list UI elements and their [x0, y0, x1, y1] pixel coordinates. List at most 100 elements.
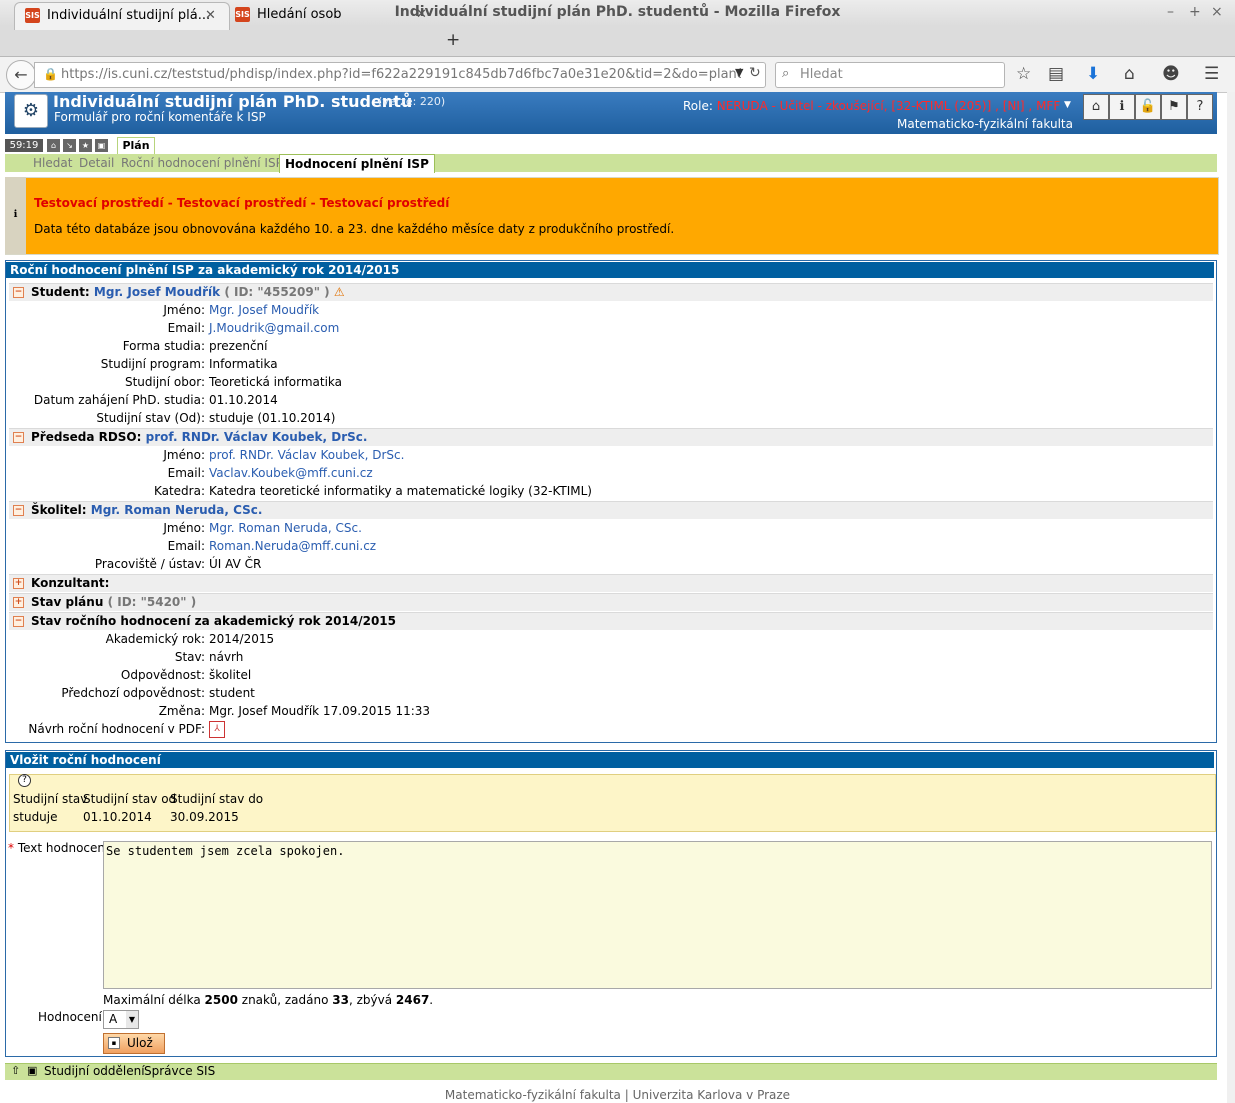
browser-tab-hledani[interactable]: SIS Hledání osob ✕	[229, 2, 437, 29]
footer-faculty[interactable]: Matematicko-fyzikální fakulta	[445, 1088, 621, 1102]
collapse-icon[interactable]: −	[13, 287, 24, 298]
footer-link-study-dept[interactable]: Studijní oddělení	[44, 1064, 145, 1078]
pdf-icon[interactable]: ⅄	[209, 721, 225, 738]
field-label: Email:	[167, 321, 205, 335]
chair-name-value[interactable]: prof. RNDr. Václav Koubek, DrSc.	[209, 448, 404, 462]
chat-icon[interactable]: ☻	[1162, 64, 1180, 84]
field-value: návrh	[209, 650, 244, 664]
role-ni[interactable]: [NI] ,	[1003, 99, 1033, 113]
chair-name-link[interactable]: prof. RNDr. Václav Koubek, DrSc.	[146, 430, 368, 444]
subnav-hodnoceni-active[interactable]: Hodnocení plnění ISP	[279, 154, 435, 173]
field-label: Katedra:	[153, 484, 205, 498]
help-icon[interactable]: ?	[18, 774, 31, 787]
plan-state-section-header[interactable]: + Stav plánu ( ID: "5420" )	[9, 593, 1213, 611]
footer-link-admin[interactable]: Správce SIS	[144, 1064, 215, 1078]
new-tab-button[interactable]: +	[446, 30, 460, 50]
save-button[interactable]: ▪ Ulož	[103, 1033, 165, 1054]
length-prefix: Maximální délka	[103, 993, 201, 1007]
subnav-rocni-hodnoceni[interactable]: Roční hodnocení plnění ISP	[121, 156, 283, 170]
grade-label: Hodnocení:	[38, 1010, 106, 1024]
field-label: Odpovědnost:	[120, 668, 205, 682]
review-textarea[interactable]: Se studentem jsem zcela spokojen.	[103, 841, 1212, 989]
entered-count: 33	[332, 993, 349, 1007]
url-text[interactable]: https://is.cuni.cz/teststud/phdisp/index…	[61, 67, 741, 82]
tab-label: Individuální studijní plá...	[47, 8, 211, 23]
url-bar[interactable]: 🔒 https://is.cuni.cz/teststud/phdisp/ind…	[34, 62, 766, 88]
field-label: Studijní stav (Od):	[96, 411, 205, 425]
field-label: Studijní obor:	[124, 375, 205, 389]
plan-state-label: Stav plánu	[31, 595, 104, 609]
maximize-button[interactable]: +	[1189, 4, 1201, 20]
role-value[interactable]: NERUDA - Učitel - zkoušející,	[717, 99, 888, 113]
field-label: Jméno:	[163, 303, 205, 317]
collapse-icon[interactable]: −	[13, 505, 24, 516]
favorite-mini-icon[interactable]: ★	[79, 139, 92, 152]
collapse-icon[interactable]: −	[13, 432, 24, 443]
language-flag-icon[interactable]: ⚑	[1161, 94, 1187, 120]
student-email-link[interactable]: J.Moudrik@gmail.com	[209, 321, 339, 335]
warning-box	[5, 177, 1219, 255]
grade-value: A	[109, 1012, 118, 1026]
lock-icon[interactable]: 🔓	[1135, 94, 1161, 120]
reload-icon[interactable]: ↻	[749, 65, 761, 81]
star-icon[interactable]: ☆	[1016, 64, 1031, 84]
home-icon[interactable]: ⌂	[1083, 94, 1109, 120]
student-name-link[interactable]: Mgr. Josef Moudřík	[94, 285, 220, 299]
home-mini-icon[interactable]: ⌂	[47, 139, 60, 152]
supervisor-name-link[interactable]: Mgr. Roman Neruda, CSc.	[91, 503, 263, 517]
print-mini-icon[interactable]: ▣	[95, 139, 108, 152]
expand-icon[interactable]: +	[13, 578, 24, 589]
consultant-section-header[interactable]: + Konzultant:	[9, 574, 1213, 592]
table-header: Studijní stav od	[83, 792, 177, 806]
close-tab-icon[interactable]: ✕	[205, 8, 216, 23]
page-scrollbar[interactable]	[1227, 92, 1235, 1103]
table-header: Studijní stav	[13, 792, 88, 806]
subnav-hledat[interactable]: Hledat	[33, 156, 72, 170]
max-length: 2500	[204, 993, 238, 1007]
table-cell: 30.09.2015	[170, 810, 239, 824]
minimize-button[interactable]: –	[1167, 4, 1174, 20]
chair-section-header[interactable]: − Předseda RDSO: prof. RNDr. Václav Koub…	[9, 428, 1213, 446]
role-dropdown-icon[interactable]: ▼	[1064, 100, 1071, 110]
role-faculty[interactable]: MFF	[1036, 99, 1060, 113]
search-input[interactable]: ⌕ Hledat	[775, 62, 1005, 88]
field-value: student	[209, 686, 255, 700]
subnav-detail[interactable]: Detail	[79, 156, 114, 170]
supervisor-section-header[interactable]: − Školitel: Mgr. Roman Neruda, CSc.	[9, 501, 1213, 519]
field-value: studuje (01.10.2014)	[209, 411, 336, 425]
close-window-button[interactable]: ×	[1211, 4, 1223, 20]
help-icon[interactable]: ?	[1187, 94, 1213, 120]
url-dropdown-icon[interactable]: ▼	[735, 66, 743, 79]
chair-email-link[interactable]: Vaclav.Koubek@mff.cuni.cz	[209, 466, 373, 480]
plan-state-id: ( ID: "5420" )	[107, 595, 197, 609]
grade-select[interactable]: A ▼	[103, 1010, 139, 1029]
download-icon[interactable]: ⬇	[1086, 64, 1100, 84]
annual-state-section-header[interactable]: − Stav ročního hodnocení za akademický r…	[9, 612, 1213, 630]
browser-tab-isp[interactable]: SIS Individuální studijní plá... ✕	[14, 2, 230, 30]
student-section-header[interactable]: − Student: Mgr. Josef Moudřík ( ID: "455…	[9, 283, 1213, 301]
student-name-value[interactable]: Mgr. Josef Moudřík	[209, 303, 319, 317]
collapse-icon[interactable]: −	[13, 616, 24, 627]
reading-list-icon[interactable]: ▤	[1048, 64, 1064, 84]
expand-icon[interactable]: +	[13, 597, 24, 608]
tab-label: Hledání osob	[257, 7, 342, 22]
field-value: prezenční	[209, 339, 268, 353]
footer-university[interactable]: Univerzita Karlova v Praze	[633, 1088, 790, 1102]
save-icon: ▪	[108, 1037, 120, 1049]
home-icon[interactable]: ⌂	[1124, 64, 1135, 84]
up-arrow-icon[interactable]: ⇧	[11, 1064, 20, 1077]
print-icon[interactable]: ▣	[27, 1064, 37, 1077]
sis-logo-icon[interactable]: ⚙	[14, 94, 48, 128]
back-button[interactable]: ←	[6, 60, 36, 90]
supervisor-email-link[interactable]: Roman.Neruda@mff.cuni.cz	[209, 539, 376, 553]
field-label: Návrh roční hodnocení v PDF:	[28, 722, 205, 736]
field-label: Stav:	[174, 650, 205, 664]
info-icon[interactable]: ℹ	[1109, 94, 1135, 120]
role-dept[interactable]: [32-KTIML (205)] ,	[891, 99, 999, 113]
search-placeholder: Hledat	[800, 67, 843, 82]
supervisor-name-value[interactable]: Mgr. Roman Neruda, CSc.	[209, 521, 362, 535]
tab-plan[interactable]: Plán	[117, 137, 155, 154]
link-mini-icon[interactable]: ↘	[63, 139, 76, 152]
close-tab-icon[interactable]: ✕	[416, 7, 427, 22]
menu-icon[interactable]: ☰	[1204, 64, 1219, 84]
